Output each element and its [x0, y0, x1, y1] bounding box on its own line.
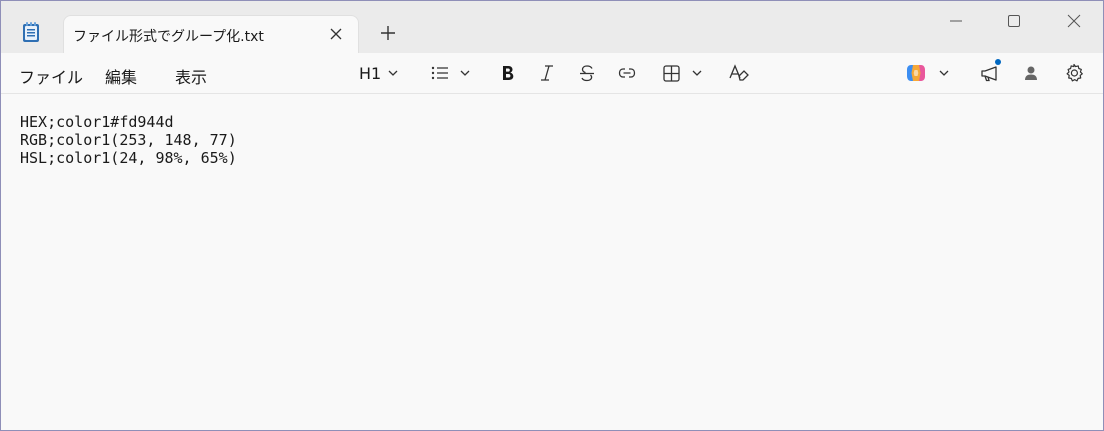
list-dropdown[interactable] — [430, 61, 471, 85]
heading-label: H1 — [359, 63, 382, 83]
editor-line: HSL;color1(24, 98%, 65%) — [20, 149, 237, 167]
chevron-down-icon — [692, 70, 702, 76]
close-icon — [1067, 14, 1081, 28]
table-dropdown[interactable] — [662, 61, 703, 85]
megaphone-icon — [981, 66, 997, 82]
editor-line: RGB;color1(253, 148, 77) — [20, 131, 237, 149]
menu-view[interactable]: 表示 — [175, 64, 207, 88]
minimize-button[interactable] — [933, 9, 979, 33]
person-icon — [1025, 66, 1037, 80]
tab-title: ファイル形式でグループ化.txt — [73, 29, 264, 45]
clear-formatting-button[interactable] — [728, 61, 750, 85]
bold-button[interactable] — [498, 61, 516, 85]
italic-icon — [541, 65, 553, 81]
toolbar: ファイル 編集 表示 H1 — [1, 53, 1103, 94]
title-bar: ファイル形式でグループ化.txt — [1, 1, 1103, 53]
editor-content[interactable]: HEX;color1#fd944d RGB;color1(253, 148, 77… — [20, 113, 237, 167]
italic-button[interactable] — [538, 61, 556, 85]
strikethrough-icon — [580, 65, 594, 82]
link-button[interactable] — [617, 61, 637, 85]
menu-file[interactable]: ファイル — [19, 64, 83, 88]
link-icon — [618, 68, 636, 78]
copilot-icon — [907, 65, 925, 81]
copilot-dropdown[interactable] — [905, 61, 950, 85]
gear-icon — [1066, 63, 1083, 82]
menu-edit[interactable]: 編集 — [105, 64, 137, 88]
chevron-down-icon — [388, 70, 398, 76]
strikethrough-button[interactable] — [578, 61, 596, 85]
chevron-down-icon — [939, 70, 949, 76]
close-window-button[interactable] — [1051, 9, 1097, 33]
account-button[interactable] — [1022, 61, 1040, 85]
bulleted-list-icon — [431, 66, 448, 80]
heading-dropdown[interactable]: H1 — [359, 61, 399, 85]
settings-button[interactable] — [1064, 61, 1084, 85]
editor-line: HEX;color1#fd944d — [20, 113, 174, 131]
announcements-button[interactable] — [979, 59, 1001, 85]
maximize-icon — [1008, 15, 1020, 27]
close-icon[interactable] — [328, 26, 344, 42]
notification-dot — [995, 59, 1001, 65]
text-editor[interactable]: HEX;color1#fd944d RGB;color1(253, 148, 77… — [1, 94, 1103, 430]
bold-icon — [503, 66, 514, 80]
notepad-window: ファイル形式でグループ化.txt ファイル 編集 表示 H1 HEX;color… — [0, 0, 1104, 431]
maximize-button[interactable] — [991, 9, 1037, 33]
table-icon — [663, 64, 680, 82]
tab-document[interactable]: ファイル形式でグループ化.txt — [63, 15, 359, 53]
clear-formatting-icon — [729, 64, 749, 81]
minimize-icon — [950, 20, 962, 22]
chevron-down-icon — [460, 70, 470, 76]
notepad-icon — [23, 22, 39, 42]
plus-icon[interactable] — [378, 23, 398, 43]
